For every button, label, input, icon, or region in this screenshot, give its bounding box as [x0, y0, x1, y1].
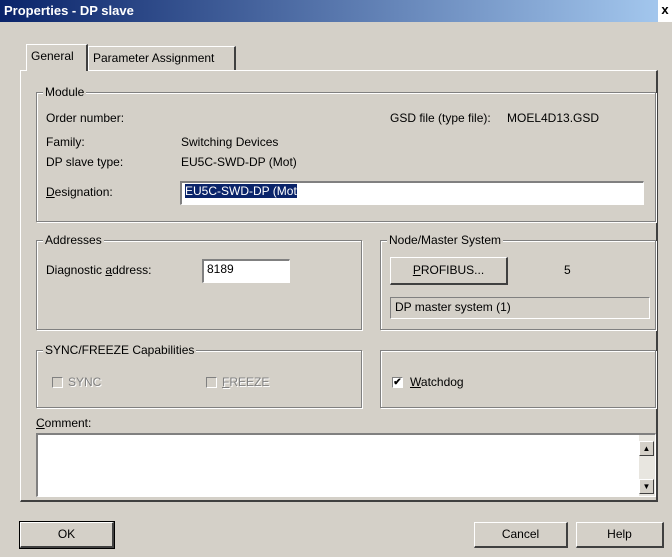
sync-checkbox[interactable] — [52, 377, 63, 388]
tab-parameter-assignment-label: Parameter Assignment — [93, 51, 215, 65]
designation-value: EU5C-SWD-DP (Mot — [185, 184, 297, 198]
tab-general-label: General — [31, 49, 74, 63]
freeze-label: FREEZE — [222, 375, 270, 389]
addresses-legend: Addresses — [43, 233, 104, 247]
profibus-address-value: 5 — [564, 263, 571, 277]
diagnostic-address-field[interactable]: 8189 — [202, 259, 290, 283]
gsd-file-value: MOEL4D13.GSD — [507, 111, 600, 125]
master-system-value: DP master system (1) — [395, 300, 511, 314]
help-button[interactable]: Help — [576, 522, 664, 548]
comment-label: Comment: — [36, 416, 92, 430]
ok-button[interactable]: OK — [19, 521, 115, 549]
sync-freeze-group: SYNC/FREEZE Capabilities SYNC FREEZE — [36, 343, 362, 408]
cancel-button[interactable]: Cancel — [474, 522, 568, 548]
cancel-button-label: Cancel — [501, 527, 540, 541]
help-button-label: Help — [607, 527, 632, 541]
order-number-label: Order number: — [46, 111, 125, 125]
freeze-checkbox[interactable] — [206, 377, 217, 388]
ok-button-label: OK — [57, 527, 76, 541]
node-master-legend: Node/Master System — [387, 233, 504, 247]
designation-field[interactable]: EU5C-SWD-DP (Mot — [180, 181, 644, 205]
scroll-down-icon[interactable]: ▼ — [639, 479, 654, 494]
dp-slave-type-value: EU5C-SWD-DP (Mot) — [181, 155, 297, 169]
tab-general[interactable]: General — [26, 44, 88, 71]
sync-label: SYNC — [68, 375, 102, 389]
module-legend: Module — [43, 85, 87, 99]
profibus-button[interactable]: PROFIBUS... — [390, 257, 508, 285]
gsd-file-label: GSD file (type file): — [390, 111, 491, 125]
watchdog-checkbox[interactable]: ✔ — [392, 377, 403, 388]
master-system-field: DP master system (1) — [390, 297, 650, 319]
close-icon[interactable]: x — [658, 0, 672, 22]
module-group: Module Order number: GSD file (type file… — [36, 85, 656, 222]
comment-scrollbar[interactable]: ▲ ▼ — [639, 435, 655, 496]
diagnostic-address-label: Diagnostic address: — [46, 263, 152, 277]
comment-textarea[interactable]: ▲ ▼ — [36, 433, 656, 497]
family-label: Family: — [46, 135, 85, 149]
tab-parameter-assignment[interactable]: Parameter Assignment — [88, 46, 236, 70]
sync-freeze-legend: SYNC/FREEZE Capabilities — [43, 343, 197, 357]
designation-label: Designation: — [46, 185, 113, 199]
check-icon: ✔ — [393, 377, 402, 388]
diagnostic-address-value: 8189 — [207, 262, 234, 276]
watchdog-label: Watchdog — [410, 375, 464, 389]
family-value: Switching Devices — [181, 135, 279, 149]
dp-slave-type-label: DP slave type: — [46, 155, 124, 169]
node-master-group: Node/Master System PROFIBUS... 5 DP mast… — [380, 233, 656, 330]
window-title: Properties - DP slave — [4, 3, 134, 18]
scroll-up-icon[interactable]: ▲ — [639, 441, 654, 456]
profibus-button-label: PROFIBUS... — [412, 263, 485, 277]
title-bar[interactable]: Properties - DP slave x — [0, 0, 672, 22]
watchdog-group: ✔ Watchdog — [380, 350, 656, 408]
addresses-group: Addresses Diagnostic address: 8189 — [36, 233, 362, 330]
